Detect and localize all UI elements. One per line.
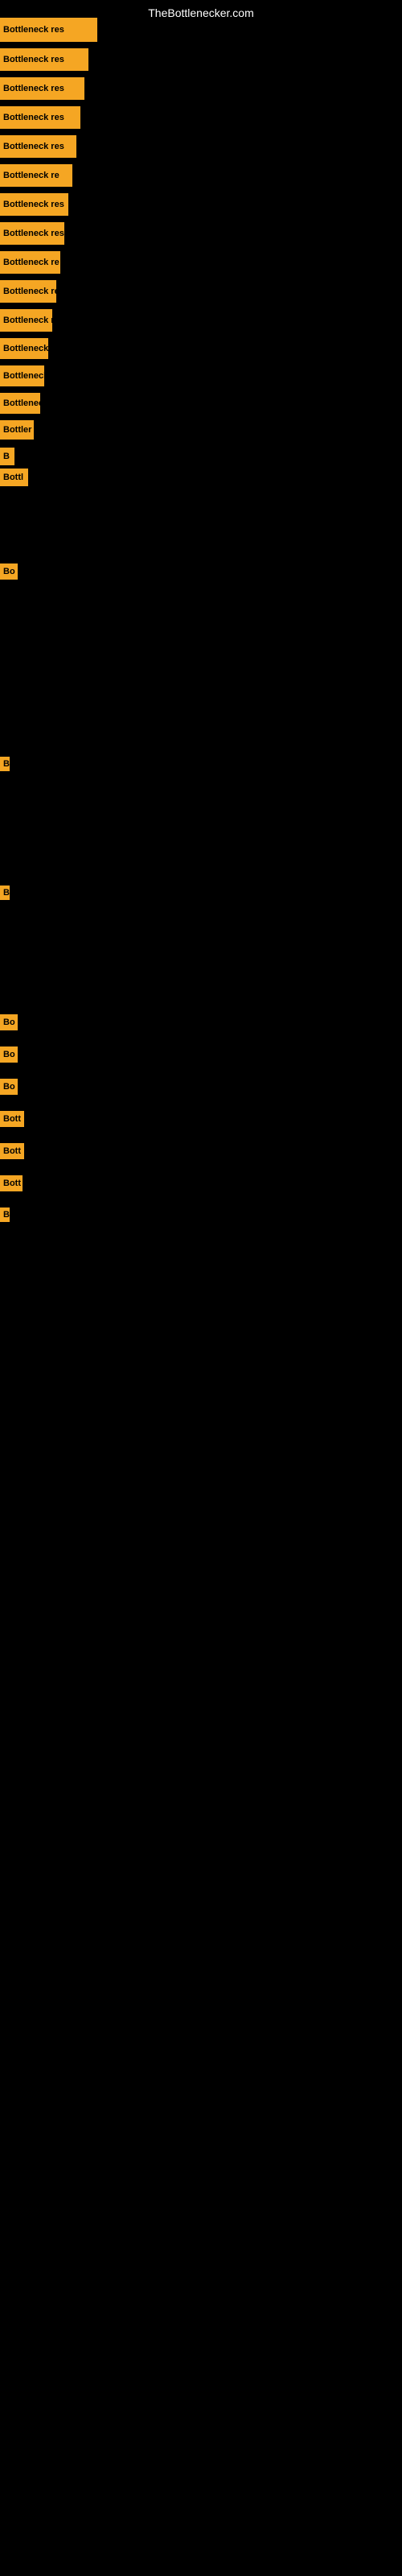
bar-item-9: Bottleneck re [0,251,60,274]
bar-item-1: Bottleneck res [0,18,97,42]
bar-item-16: B [0,448,14,465]
bar-item-21: Bo [0,1014,18,1030]
bar-item-7: Bottleneck res [0,193,68,216]
bar-item-27: B [0,1208,10,1222]
bar-item-19: B [0,757,10,771]
bar-item-22: Bo [0,1046,18,1063]
bar-item-12: Bottleneck [0,338,48,359]
bar-item-15: Bottler [0,420,34,440]
bar-item-18: Bo [0,564,18,580]
bar-item-8: Bottleneck res [0,222,64,245]
bar-item-3: Bottleneck res [0,77,84,100]
bar-item-11: Bottleneck r [0,309,52,332]
bar-item-20: B [0,886,10,900]
bar-item-5: Bottleneck res [0,135,76,158]
bar-item-4: Bottleneck res [0,106,80,129]
bar-item-17: Bottl [0,469,28,486]
bar-item-10: Bottleneck re [0,280,56,303]
bar-item-26: Bott [0,1175,23,1191]
bar-item-6: Bottleneck re [0,164,72,187]
bar-item-14: Bottleneck [0,393,40,414]
bar-item-23: Bo [0,1079,18,1095]
bar-item-2: Bottleneck res [0,48,88,71]
bar-item-25: Bott [0,1143,24,1159]
bar-item-13: Bottleneck r [0,365,44,386]
bar-item-24: Bott [0,1111,24,1127]
